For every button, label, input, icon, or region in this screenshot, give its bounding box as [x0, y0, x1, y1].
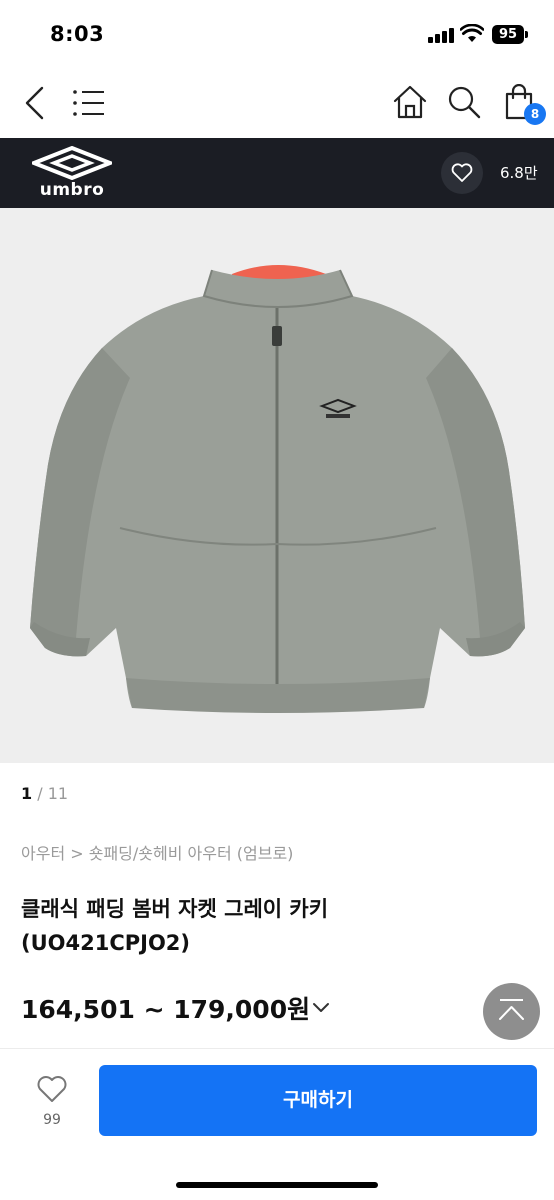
pager-current: 1	[21, 784, 33, 803]
chevron-down-icon[interactable]	[312, 1002, 330, 1014]
menu-icon[interactable]	[72, 88, 106, 118]
wifi-icon	[460, 24, 484, 42]
product-image[interactable]	[0, 208, 554, 763]
brand-like-count: 6.8만	[500, 164, 538, 182]
signal-icon	[428, 27, 454, 43]
status-bar: 8:03 95	[0, 0, 554, 68]
brand-bar: umbro 6.8만	[0, 138, 554, 208]
umbro-diamond-icon	[32, 146, 112, 180]
gallery-pager: 1 / 11	[21, 784, 68, 803]
category-breadcrumb[interactable]: 아우터 > 숏패딩/숏헤비 아우터 (엄브로)	[21, 840, 293, 864]
scroll-to-top-button[interactable]	[483, 983, 540, 1040]
pager-total: 11	[47, 784, 69, 803]
wish-count: 99	[43, 1112, 61, 1128]
wish-button[interactable]: 99	[30, 1074, 74, 1134]
arrow-up-icon	[499, 999, 524, 1020]
cart-count-badge: 8	[524, 103, 546, 125]
product-price[interactable]: 164,501 ~ 179,000원	[21, 990, 310, 1026]
status-time: 8:03	[50, 22, 105, 46]
heart-icon	[37, 1076, 67, 1102]
jacket-image	[30, 265, 525, 713]
pager-separator: /	[37, 784, 43, 803]
product-title: 클래식 패딩 봄버 자켓 그레이 카키 (UO421CPJO2)	[21, 897, 329, 955]
nav-bar	[0, 68, 554, 138]
buy-button[interactable]: 구매하기	[99, 1065, 537, 1136]
battery-icon: 95	[492, 25, 524, 44]
back-icon[interactable]	[22, 86, 46, 120]
home-icon[interactable]	[392, 84, 428, 120]
brand-logo-text: umbro	[39, 180, 105, 200]
home-indicator	[176, 1182, 378, 1188]
brand-like-button[interactable]	[441, 152, 483, 194]
brand-logo[interactable]: umbro	[30, 146, 114, 202]
search-icon[interactable]	[447, 85, 481, 119]
battery-tip	[525, 31, 528, 38]
heart-icon	[451, 163, 473, 182]
